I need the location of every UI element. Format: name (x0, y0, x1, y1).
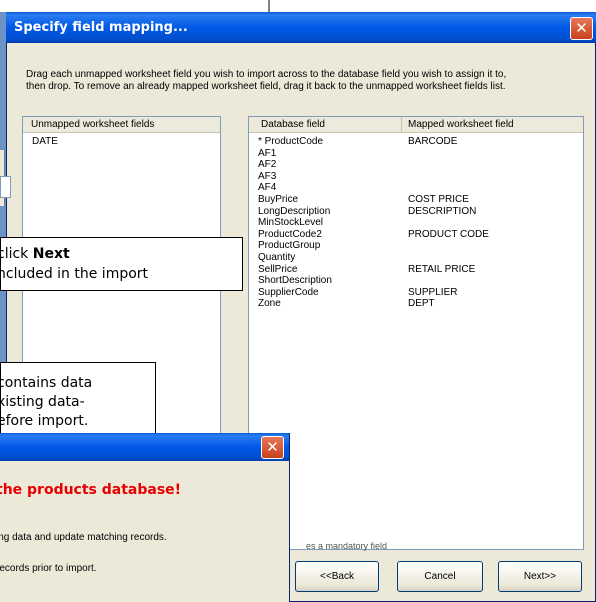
database-field-cell: LongDescription (258, 205, 331, 217)
dialog-titlebar[interactable]: Specify field mapping... ✕ (6, 12, 596, 43)
background-window-strip (0, 0, 596, 12)
help-callout-next: click Next ncluded in the import (0, 237, 243, 291)
warning-dialog: ✕ the products database! ing data and up… (0, 433, 290, 602)
unmapped-item[interactable]: DATE (32, 136, 58, 148)
mapping-row[interactable]: ShortDescription (258, 275, 578, 287)
callout-next-line-2: ncluded in the import (0, 266, 149, 282)
mapped-field-cell: RETAIL PRICE (408, 263, 476, 275)
mapped-field-cell: DESCRIPTION (408, 205, 477, 217)
mapping-rows: * ProductCode BARCODE AF1 AF2 AF3 AF4 BuyPrice… (258, 136, 578, 310)
mapping-row[interactable]: ProductGroup (258, 240, 578, 252)
unmapped-items: DATE (32, 136, 58, 148)
warning-titlebar[interactable]: ✕ (0, 433, 289, 461)
database-field-cell: Zone (258, 298, 281, 310)
mapping-row[interactable]: MinStockLevel (258, 217, 578, 229)
mapped-field-cell: COST PRICE (408, 193, 469, 205)
mapping-row[interactable]: AF4 (258, 182, 578, 194)
instruction-text: Drag each unmapped worksheet field you w… (26, 69, 586, 93)
callout-next-bold: Next (32, 246, 70, 262)
close-icon: ✕ (266, 438, 279, 456)
unmapped-fields-header[interactable]: Unmapped worksheet fields (23, 117, 220, 133)
database-field-cell: AF4 (258, 182, 277, 194)
mapping-row[interactable]: Quantity (258, 252, 578, 264)
next-button[interactable]: Next>> (498, 561, 582, 592)
mapping-row[interactable]: SupplierCode SUPPLIER (258, 287, 578, 299)
callout-data-line-3: efore import. (0, 413, 89, 429)
database-field-cell: ShortDescription (258, 275, 332, 287)
database-field-cell: Quantity (258, 251, 296, 263)
mapped-field-cell: DEPT (408, 298, 435, 310)
warning-line-1: ing data and update matching records. (0, 532, 167, 543)
mapping-row[interactable]: AF2 (258, 159, 578, 171)
mapping-row[interactable]: LongDescription DESCRIPTION (258, 206, 578, 218)
database-field-cell: ProductCode2 (258, 228, 322, 240)
mapping-row[interactable]: AF1 (258, 148, 578, 160)
database-field-mapping-list[interactable]: Database field Mapped worksheet field * … (248, 116, 584, 550)
cancel-button[interactable]: Cancel (397, 561, 483, 592)
background-window-separator (268, 0, 270, 12)
database-field-cell: ProductGroup (258, 240, 321, 252)
mapped-field-cell: SUPPLIER (408, 286, 458, 298)
callout-next-line-1: click Next (0, 246, 70, 262)
mapped-field-cell: BARCODE (408, 136, 458, 147)
instruction-line-2: then drop. To remove an already mapped w… (26, 81, 506, 92)
dialog-title: Specify field mapping... (14, 20, 188, 35)
dialog-close-button[interactable]: ✕ (570, 17, 593, 40)
mapping-row[interactable]: SellPrice RETAIL PRICE (258, 264, 578, 276)
mapping-row[interactable]: * ProductCode BARCODE (258, 136, 578, 148)
database-field-cell: AF2 (258, 159, 277, 171)
database-field-cell: SupplierCode (258, 286, 319, 298)
database-field-cell: BuyPrice (258, 193, 299, 205)
callout-data-line-1: contains data (0, 375, 93, 391)
mandatory-footnote: es a mandatory field (306, 541, 388, 551)
callout-data-line-2: xisting data- (0, 394, 85, 410)
warning-line-2: records prior to import. (0, 563, 97, 574)
back-button[interactable]: <<Back (295, 561, 379, 592)
database-field-cell: AF3 (258, 170, 277, 182)
warning-heading: the products database! (0, 482, 182, 498)
instruction-line-1: Drag each unmapped worksheet field you w… (26, 69, 507, 80)
mapped-field-header[interactable]: Mapped worksheet field (402, 117, 583, 133)
mapping-row[interactable]: BuyPrice COST PRICE (258, 194, 578, 206)
callout-next-prefix: click (0, 246, 33, 262)
database-field-cell: * ProductCode (258, 136, 324, 147)
database-field-cell: MinStockLevel (258, 217, 324, 229)
close-icon: ✕ (575, 19, 588, 37)
mapped-field-cell: PRODUCT CODE (408, 228, 489, 240)
warning-close-button[interactable]: ✕ (261, 436, 284, 459)
underlying-window-control (0, 176, 11, 198)
mapping-row[interactable]: ProductCode2 PRODUCT CODE (258, 229, 578, 241)
mapping-row[interactable]: Zone DEPT (258, 298, 578, 310)
database-field-header[interactable]: Database field (249, 117, 402, 133)
database-field-cell: SellPrice (258, 263, 298, 275)
database-field-cell: AF1 (258, 147, 277, 159)
mapping-row[interactable]: AF3 (258, 171, 578, 183)
